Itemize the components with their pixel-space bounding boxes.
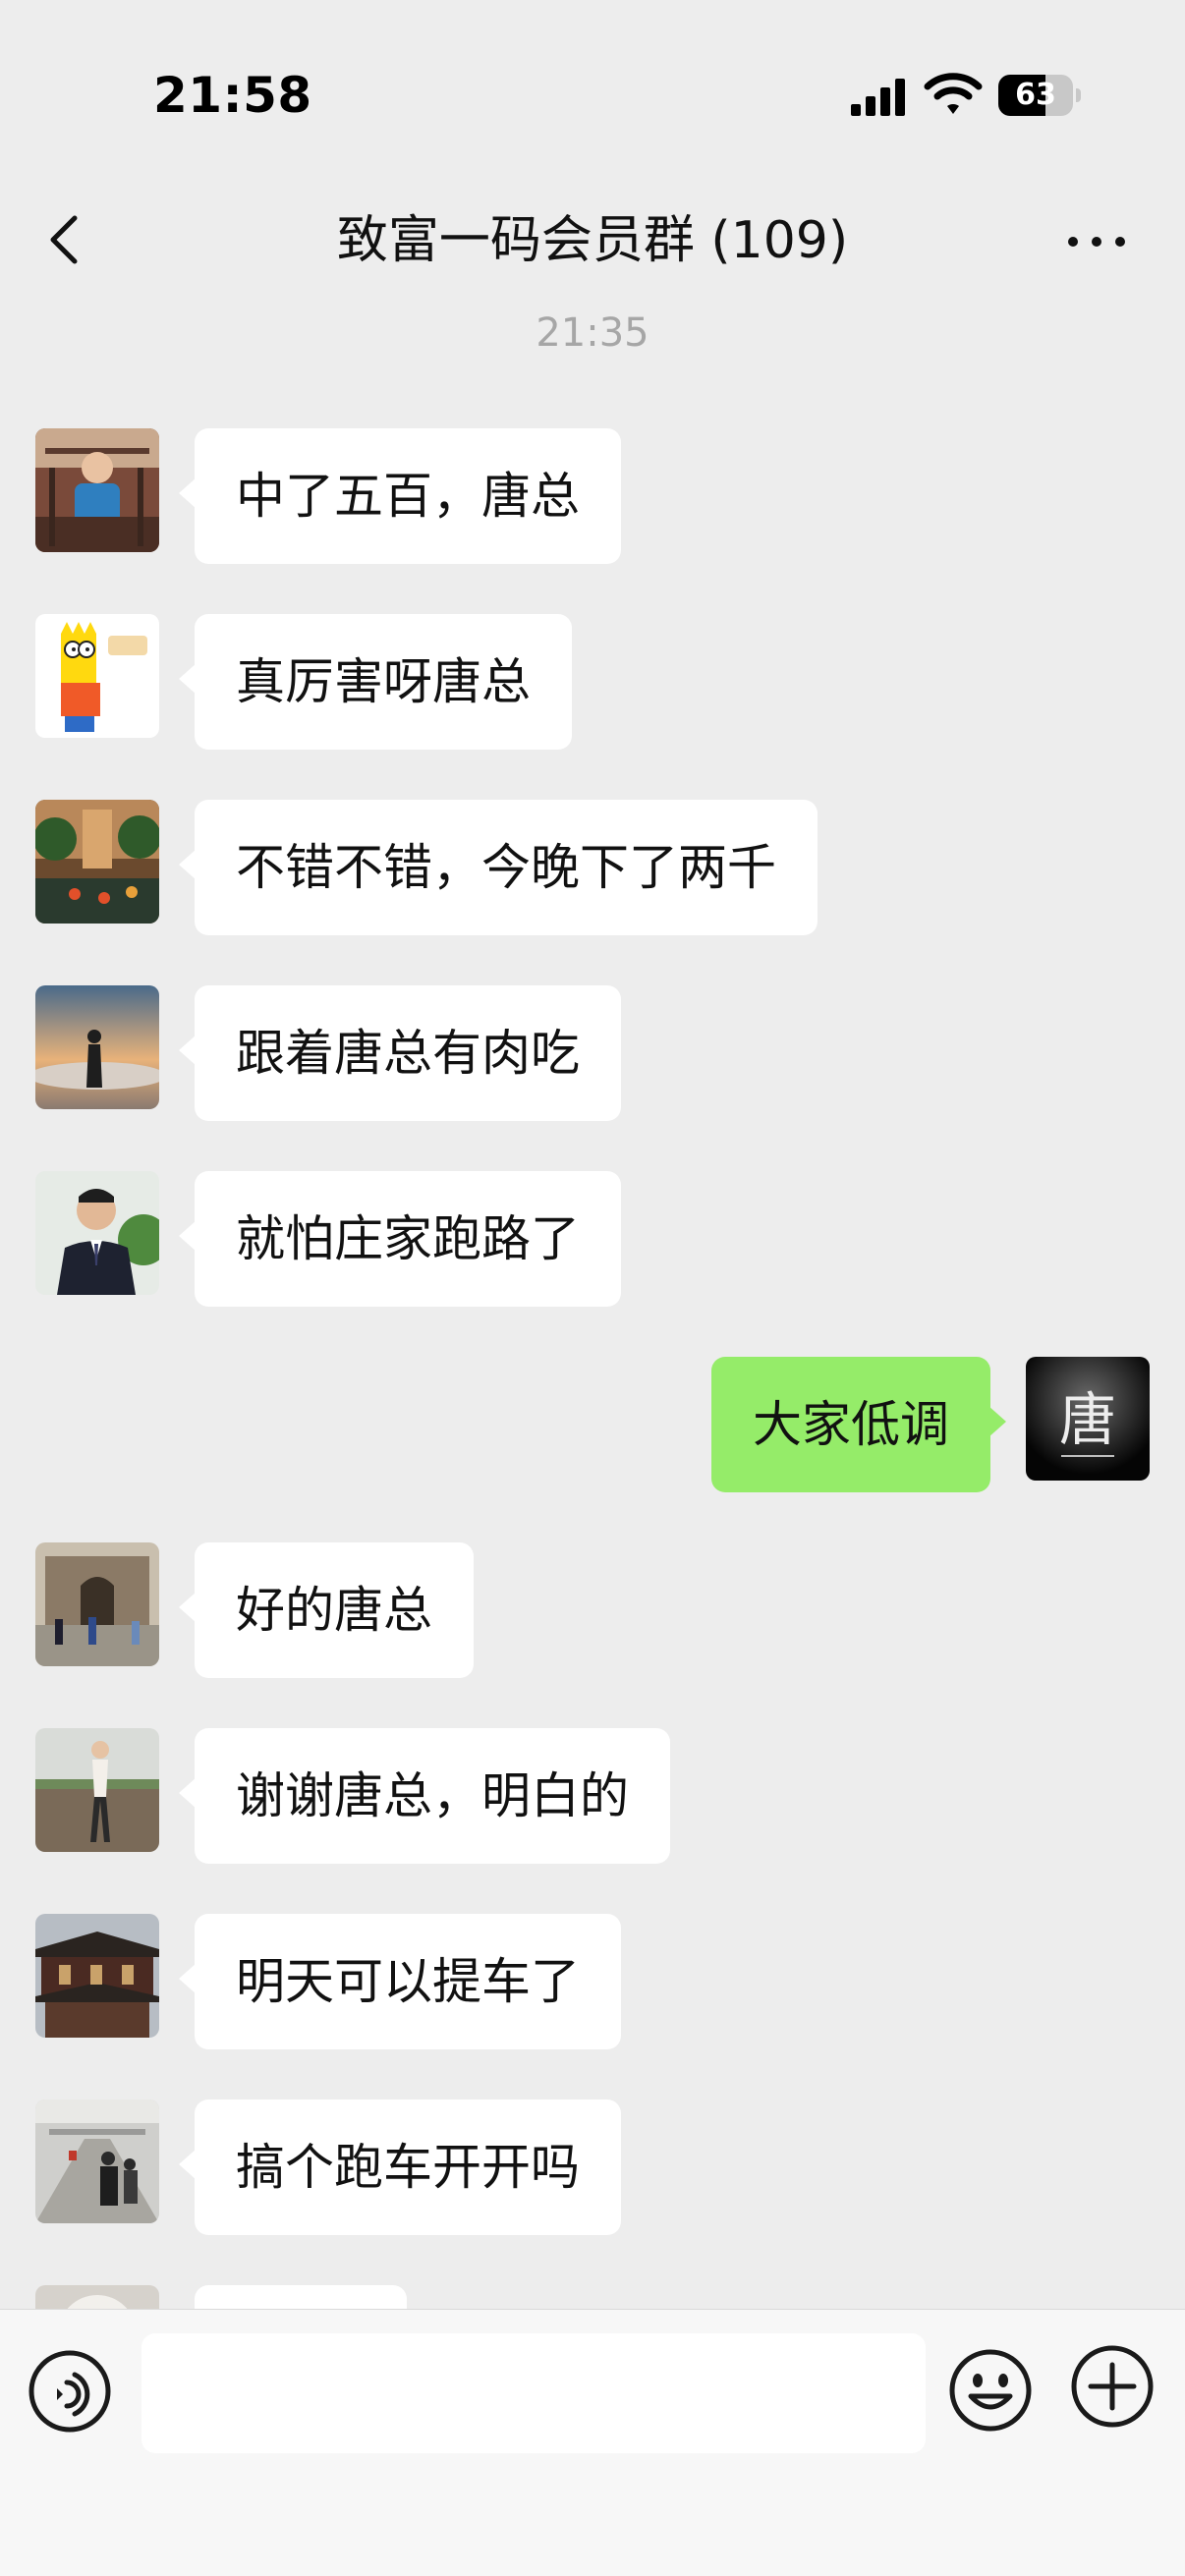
time-divider: 21:35 xyxy=(536,310,649,356)
message-row: 就怕庄家跑路了 xyxy=(0,1171,1185,1309)
input-bar xyxy=(0,2309,1185,2576)
partial-avatar[interactable] xyxy=(35,2285,159,2309)
group-title: 致富一码会员群 (109) xyxy=(336,211,849,270)
voice-icon[interactable] xyxy=(28,2349,112,2434)
status-time: 21:58 xyxy=(153,67,312,124)
message-bubble[interactable]: 就怕庄家跑路了 xyxy=(179,1171,621,1307)
message-row: 谢谢唐总，明白的 xyxy=(0,1728,1185,1866)
message-row: 好的唐总 xyxy=(0,1542,1185,1680)
message-row: 不错不错，今晚下了两千 xyxy=(0,800,1185,937)
chinese-building-avatar[interactable] xyxy=(35,1914,159,2038)
nav-bar: 致富一码会员群 (109) xyxy=(0,187,1185,295)
message-bubble[interactable] xyxy=(195,2285,407,2309)
message-bubble[interactable]: 跟着唐总有肉吃 xyxy=(179,985,621,1121)
message-input[interactable] xyxy=(141,2333,926,2453)
message-bubble[interactable]: 明天可以提车了 xyxy=(179,1914,621,2049)
battery-body: 63 xyxy=(998,75,1073,116)
message-row: 跟着唐总有肉吃 xyxy=(0,985,1185,1123)
message-bubble[interactable]: 真厉害呀唐总 xyxy=(179,614,572,750)
garden-photo-avatar[interactable] xyxy=(35,800,159,924)
more-dots-icon[interactable] xyxy=(1061,214,1132,269)
tang-logo-text: 唐 xyxy=(1059,1386,1116,1453)
message-row: 搞个跑车开开吗 xyxy=(0,2100,1185,2237)
message-bubble[interactable]: 中了五百，唐总 xyxy=(179,428,621,564)
sunset-silhouette-avatar[interactable] xyxy=(35,985,159,1109)
wifi-icon xyxy=(924,73,983,114)
battery-label: 63 xyxy=(1015,78,1056,112)
message-row: 中了五百，唐总 xyxy=(0,428,1185,566)
emoji-icon[interactable] xyxy=(947,2347,1034,2434)
message-bubble[interactable]: 好的唐总 xyxy=(179,1542,474,1678)
signal-icon xyxy=(851,79,905,116)
message-row: 大家低调 唐 xyxy=(0,1357,1185,1494)
message-row: 明天可以提车了 xyxy=(0,1914,1185,2051)
child-photo-avatar[interactable] xyxy=(35,428,159,552)
message-row: 真厉害呀唐总 xyxy=(0,614,1185,752)
status-bar: 21:58 63 xyxy=(0,0,1185,187)
woman-field-avatar[interactable] xyxy=(35,1728,159,1852)
man-in-suit-avatar[interactable] xyxy=(35,1171,159,1295)
message-bubble[interactable]: 不错不错，今晚下了两千 xyxy=(179,800,818,935)
message-bubble[interactable]: 搞个跑车开开吗 xyxy=(179,2100,621,2235)
building-street-avatar[interactable] xyxy=(35,1542,159,1666)
chat-message-list[interactable]: 21:35 中了五百，唐总 真厉害呀唐总 不错不错，今晚下了两千 跟着唐总有肉吃… xyxy=(0,295,1185,2309)
tang-logo-avatar[interactable]: 唐 xyxy=(1026,1357,1150,1481)
chevron-left-icon[interactable] xyxy=(35,208,98,271)
battery-icon: 63 xyxy=(998,75,1081,116)
battery-tip xyxy=(1076,88,1081,102)
message-bubble[interactable]: 大家低调 xyxy=(711,1357,1006,1492)
message-bubble[interactable]: 谢谢唐总，明白的 xyxy=(179,1728,670,1864)
cartoon-avatar[interactable] xyxy=(35,614,159,738)
message-row xyxy=(0,2285,1185,2309)
chat-screen: 21:58 63 致富一码会员群 (109) 21:35 中了五百，唐总 真厉害… xyxy=(0,0,1185,2576)
plus-circle-icon[interactable] xyxy=(1069,2343,1156,2430)
station-corridor-avatar[interactable] xyxy=(35,2100,159,2223)
